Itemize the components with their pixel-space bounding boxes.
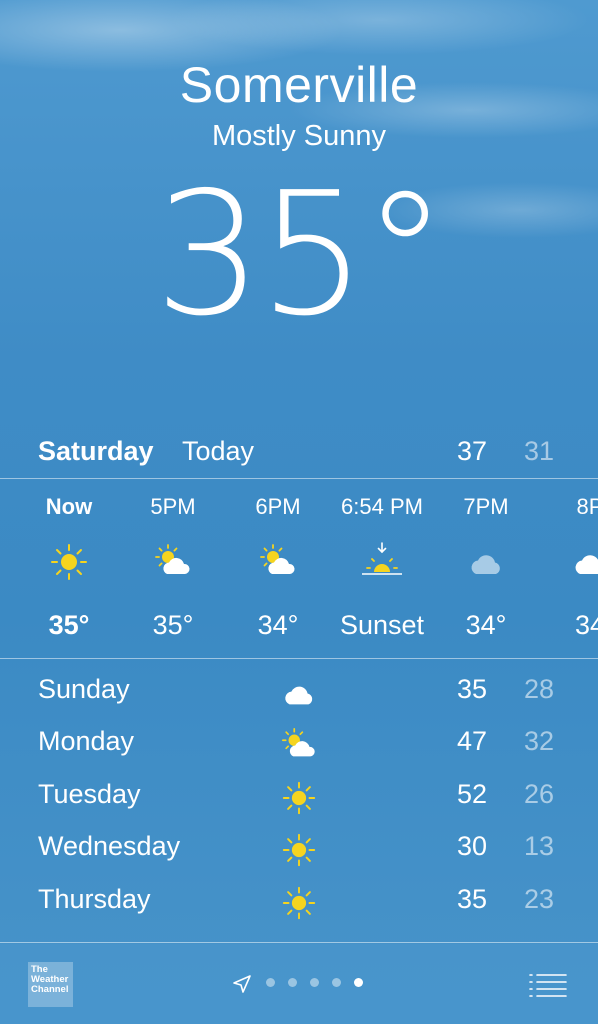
hour-time: 5PM xyxy=(150,494,196,519)
page-dot[interactable] xyxy=(288,978,297,987)
sun-icon xyxy=(282,833,316,867)
today-summary-row: Saturday Today 37 31 xyxy=(0,432,598,476)
partly-cloudy-icon xyxy=(281,727,315,757)
hour-temp: Sunset xyxy=(339,610,425,640)
city-name: Somerville xyxy=(179,57,419,113)
hour-time: 6PM xyxy=(255,494,301,519)
weather-condition: Mostly Sunny xyxy=(211,120,387,152)
day-name: Wednesday xyxy=(38,831,181,861)
sunset-icon xyxy=(362,542,402,575)
daily-row: Monday 47 32 xyxy=(0,718,598,770)
list-icon[interactable] xyxy=(528,970,568,1000)
hour-temp: 35° xyxy=(152,610,194,640)
sun-icon xyxy=(282,781,316,815)
page-dot[interactable] xyxy=(332,978,341,987)
day-high: 47 xyxy=(457,726,488,756)
bottom-toolbar: The Weather Channel xyxy=(0,944,598,1024)
hour-temp: 35° xyxy=(48,610,90,640)
day-low: 13 xyxy=(524,831,555,861)
today-low: 31 xyxy=(524,436,555,466)
hour-time: Now xyxy=(45,494,93,519)
daily-row: Tuesday 52 26 xyxy=(0,771,598,823)
partly-cloudy-icon xyxy=(260,544,295,574)
hourly-forecast-strip[interactable]: Now 35° 5PM 35° 6PM 34° 6:54 PM Sunset 7… xyxy=(0,480,598,658)
today-label: Today xyxy=(182,436,255,466)
cloud-icon xyxy=(471,555,500,574)
day-name: Monday xyxy=(38,726,135,756)
current-temperature-value: 35° xyxy=(154,156,447,354)
partly-cloudy-icon xyxy=(155,544,190,574)
today-high: 37 xyxy=(457,436,488,466)
hour-time: 8P xyxy=(576,494,598,519)
divider xyxy=(0,658,598,659)
weather-channel-logo[interactable]: The Weather Channel xyxy=(28,962,73,1007)
page-dot[interactable] xyxy=(266,978,275,987)
page-dot-active[interactable] xyxy=(354,978,363,987)
daily-row: Sunday 35 28 xyxy=(0,666,598,718)
daily-row: Thursday 35 23 xyxy=(0,876,598,928)
cloud-icon xyxy=(285,686,313,705)
page-dot[interactable] xyxy=(310,978,319,987)
current-temperature: 35° xyxy=(0,170,598,340)
divider xyxy=(0,942,598,943)
hour-time: 6:54 PM xyxy=(341,494,423,519)
hour-temp: 34° xyxy=(257,610,299,640)
today-day-name: Saturday xyxy=(38,436,154,466)
divider xyxy=(0,478,598,479)
day-low: 32 xyxy=(524,726,555,756)
day-name: Sunday xyxy=(38,674,130,704)
day-low: 26 xyxy=(524,779,555,809)
location-arrow-icon[interactable] xyxy=(232,974,252,994)
day-high: 52 xyxy=(457,779,488,809)
day-high: 35 xyxy=(457,674,488,704)
sun-icon xyxy=(282,886,316,920)
logo-line: Channel xyxy=(31,984,69,995)
day-low: 23 xyxy=(524,884,555,914)
day-low: 28 xyxy=(524,674,555,704)
day-high: 30 xyxy=(457,831,488,861)
hour-temp: 34 xyxy=(574,610,598,640)
hour-time: 7PM xyxy=(463,494,509,519)
day-name: Tuesday xyxy=(38,779,141,809)
day-name: Thursday xyxy=(38,884,151,914)
daily-row: Wednesday 30 13 xyxy=(0,823,598,875)
sun-icon xyxy=(51,544,87,580)
hour-temp: 34° xyxy=(465,610,507,640)
cloud-icon xyxy=(575,555,598,574)
day-high: 35 xyxy=(457,884,488,914)
